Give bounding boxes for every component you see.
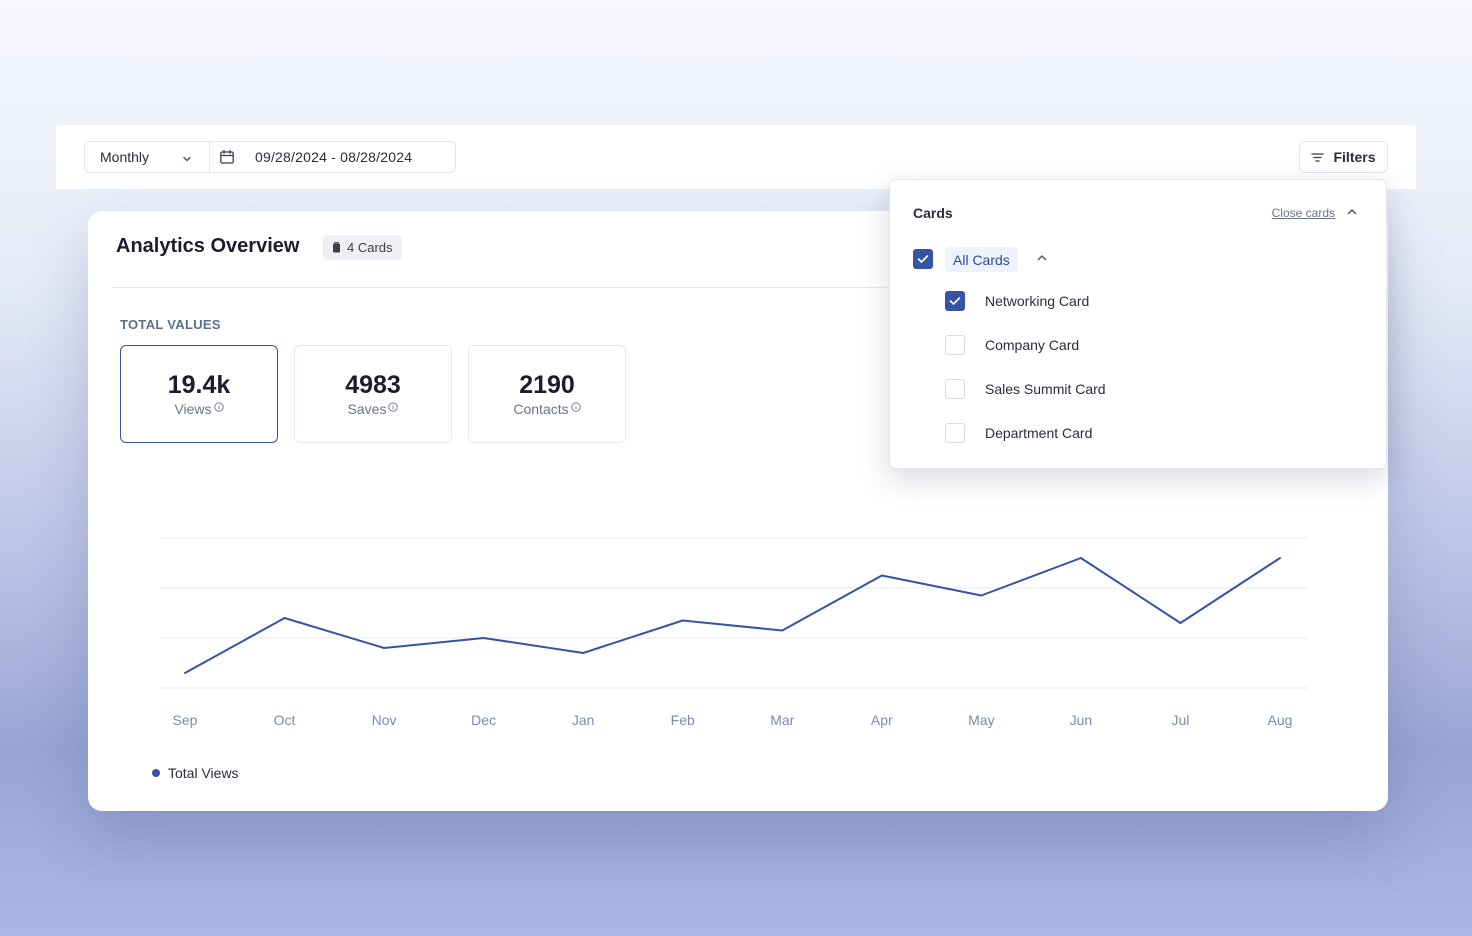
company-card-checkbox[interactable] [945, 335, 965, 355]
x-tick-label: May [968, 712, 994, 728]
all-cards-label[interactable]: All Cards [945, 247, 1018, 272]
department-card-checkbox[interactable] [945, 423, 965, 443]
info-icon [388, 402, 399, 412]
x-tick-label: Apr [871, 712, 893, 728]
stat-views-label: Views [174, 401, 212, 417]
department-card-label[interactable]: Department Card [985, 425, 1092, 441]
series-line-total-views [184, 557, 1281, 674]
networking-card-label[interactable]: Networking Card [985, 293, 1089, 309]
stat-views-value: 19.4k [167, 371, 231, 399]
filters-button-label: Filters [1333, 149, 1376, 165]
card-stack-icon [332, 242, 341, 253]
sales-summit-card-checkbox[interactable] [945, 379, 965, 399]
x-tick-label: Oct [274, 712, 296, 728]
data-point[interactable] [681, 619, 684, 622]
check-icon [949, 297, 961, 305]
period-select[interactable]: Monthly [85, 142, 210, 172]
cards-count-label: 4 Cards [347, 240, 393, 255]
chevron-down-icon [181, 152, 193, 168]
company-card-label[interactable]: Company Card [985, 337, 1079, 353]
views-line-chart: Sep Oct Nov Dec Jan Feb Mar Apr May Jun Jul Aug [160, 537, 1308, 728]
info-icon [213, 402, 224, 412]
chart-legend: Total Views [152, 765, 239, 781]
chevron-up-icon[interactable] [1346, 206, 1358, 218]
close-cards-link[interactable]: Close cards [1272, 206, 1335, 220]
date-range-picker[interactable]: 09/28/2024 - 08/28/2024 [210, 142, 412, 172]
x-tick-label: Feb [671, 712, 695, 728]
data-point[interactable] [880, 574, 883, 577]
legend-label: Total Views [168, 765, 239, 781]
cards-count-badge: 4 Cards [323, 235, 402, 260]
x-tick-label: Aug [1268, 712, 1293, 728]
cards-filter-dropdown: Cards Close cards All Cards Networking C… [889, 179, 1387, 469]
stat-contacts[interactable]: 2190 Contacts [468, 345, 626, 443]
stat-saves-value: 4983 [345, 371, 401, 399]
x-tick-label: Dec [471, 712, 496, 728]
data-point[interactable] [383, 647, 386, 649]
stat-saves[interactable]: 4983 Saves [294, 345, 452, 443]
x-tick-label: Mar [770, 712, 794, 728]
calendar-icon [219, 149, 235, 165]
data-point[interactable] [283, 617, 286, 619]
data-point[interactable] [184, 672, 186, 674]
data-point[interactable] [1079, 557, 1082, 559]
x-tick-label: Sep [173, 712, 198, 728]
data-point[interactable] [482, 637, 485, 639]
stat-saves-label: Saves [347, 401, 387, 417]
data-point[interactable] [1279, 557, 1281, 559]
stat-contacts-label: Contacts [513, 401, 569, 417]
networking-card-checkbox[interactable] [945, 291, 965, 311]
filter-icon [1311, 152, 1325, 163]
data-point[interactable] [781, 629, 784, 632]
x-tick-label: Nov [372, 712, 397, 728]
filters-button[interactable]: Filters [1299, 141, 1388, 173]
dropdown-title: Cards [913, 205, 953, 221]
stat-contacts-value: 2190 [519, 371, 575, 399]
header-divider [112, 287, 912, 288]
period-select-value: Monthly [100, 149, 150, 165]
data-point[interactable] [1179, 622, 1182, 624]
data-point[interactable] [582, 652, 585, 654]
check-icon [917, 255, 929, 263]
date-range-group: Monthly 09/28/2024 - 08/28/2024 [84, 141, 456, 173]
info-icon [570, 402, 581, 412]
total-values-label: TOTAL VALUES [120, 317, 221, 332]
chevron-up-icon[interactable] [1036, 252, 1048, 264]
x-tick-label: Jun [1070, 712, 1093, 728]
stat-views[interactable]: 19.4k Views [120, 345, 278, 443]
data-point[interactable] [980, 594, 983, 597]
x-tick-label: Jan [572, 712, 595, 728]
date-range-value: 09/28/2024 - 08/28/2024 [255, 149, 413, 165]
all-cards-checkbox[interactable] [913, 249, 933, 269]
legend-dot [152, 769, 160, 777]
page-title: Analytics Overview [116, 235, 300, 257]
x-tick-label: Jul [1172, 712, 1190, 728]
sales-summit-card-label[interactable]: Sales Summit Card [985, 381, 1106, 397]
